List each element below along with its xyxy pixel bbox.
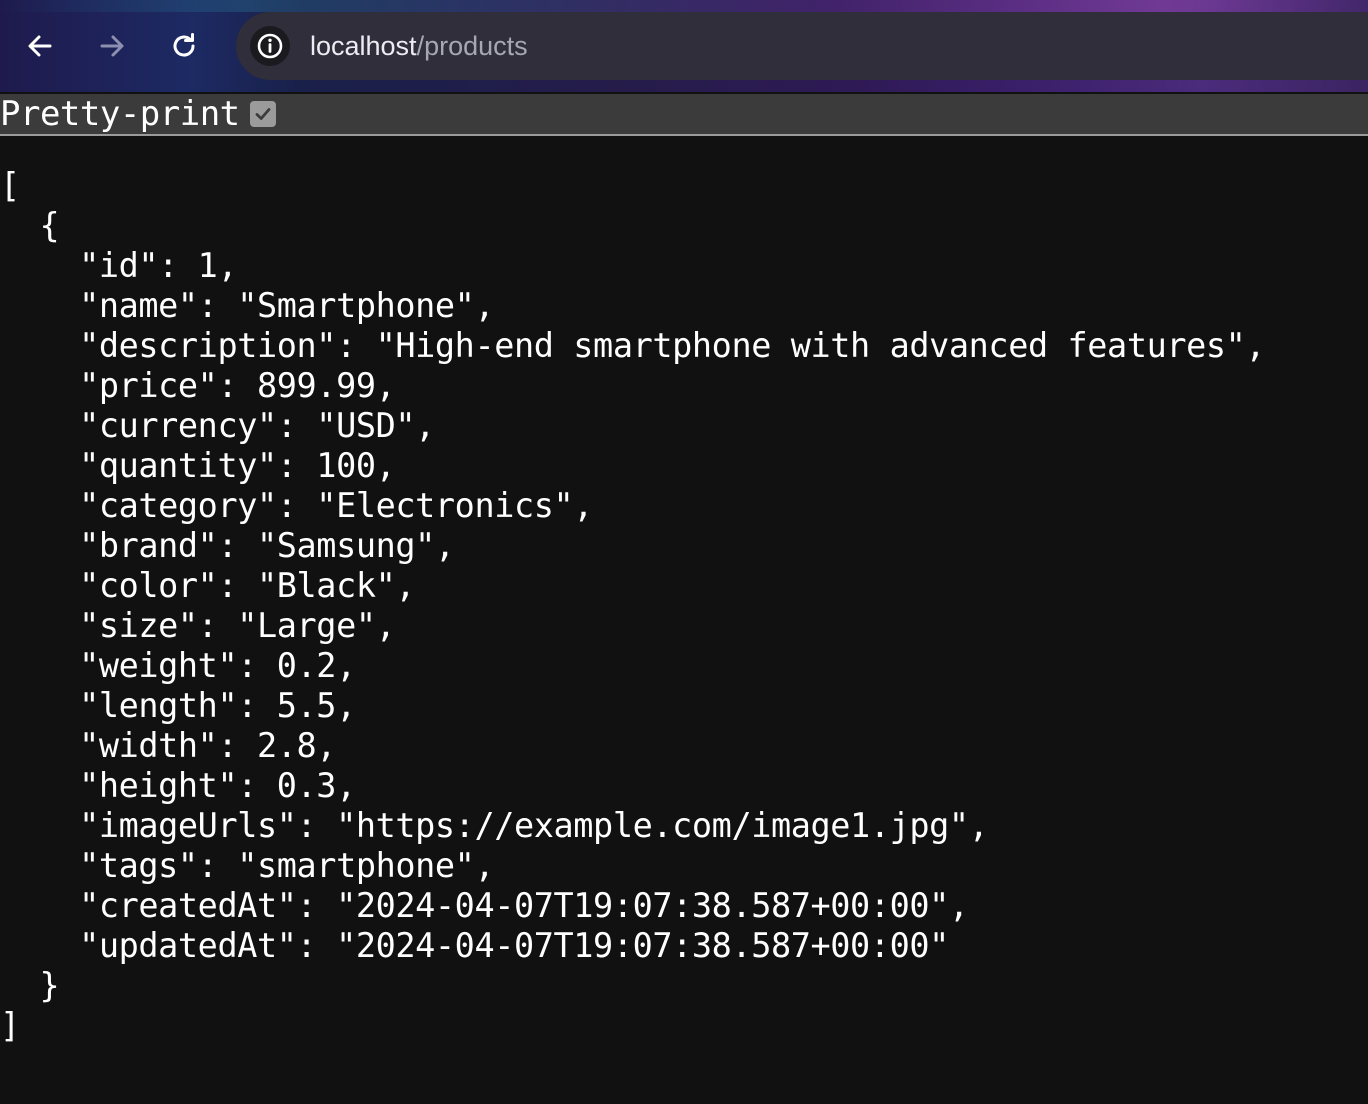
pretty-print-bar: Pretty-print <box>0 94 1368 136</box>
json-line: "quantity": 100, <box>0 446 396 485</box>
site-info-icon <box>257 33 283 59</box>
url-host: localhost <box>310 31 417 61</box>
json-line: ] <box>0 1006 20 1045</box>
json-line: "size": "Large", <box>0 606 396 645</box>
json-line: "width": 2.8, <box>0 726 337 765</box>
json-line: "category": "Electronics", <box>0 486 594 525</box>
json-line: { <box>0 206 60 245</box>
json-line: "tags": "smartphone", <box>0 846 495 885</box>
json-content: [ { "id": 1, "name": "Smartphone", "desc… <box>0 166 1266 1046</box>
url-path: /products <box>416 31 528 61</box>
json-line: "currency": "USD", <box>0 406 435 445</box>
json-line: "description": "High-end smartphone with… <box>0 326 1266 365</box>
json-line: "color": "Black", <box>0 566 416 605</box>
reload-icon <box>173 33 195 57</box>
url-text[interactable]: localhost/products <box>310 29 528 63</box>
pretty-print-checkbox[interactable] <box>250 101 276 127</box>
json-line: "brand": "Samsung", <box>0 526 455 565</box>
json-line: "price": 899.99, <box>0 366 396 405</box>
back-button[interactable] <box>18 24 62 68</box>
json-line: "height": 0.3, <box>0 766 356 805</box>
back-arrow-icon <box>28 35 52 57</box>
json-line: "name": "Smartphone", <box>0 286 495 325</box>
checkmark-icon <box>255 108 271 120</box>
json-line: } <box>0 966 60 1005</box>
reload-button[interactable] <box>162 24 206 68</box>
forward-arrow-icon <box>100 35 124 57</box>
pretty-print-label[interactable]: Pretty-print <box>0 94 240 134</box>
json-line: "updatedAt": "2024-04-07T19:07:38.587+00… <box>0 926 949 965</box>
browser-toolbar: localhost/products <box>0 0 1368 92</box>
json-line: "id": 1, <box>0 246 238 285</box>
address-bar[interactable]: localhost/products <box>236 12 1368 80</box>
json-line: [ <box>0 166 20 205</box>
forward-button[interactable] <box>90 24 134 68</box>
json-line: "imageUrls": "https://example.com/image1… <box>0 806 989 845</box>
json-line: "createdAt": "2024-04-07T19:07:38.587+00… <box>0 886 969 925</box>
json-line: "weight": 0.2, <box>0 646 356 685</box>
site-info-button[interactable] <box>250 26 290 66</box>
json-line: "length": 5.5, <box>0 686 356 725</box>
